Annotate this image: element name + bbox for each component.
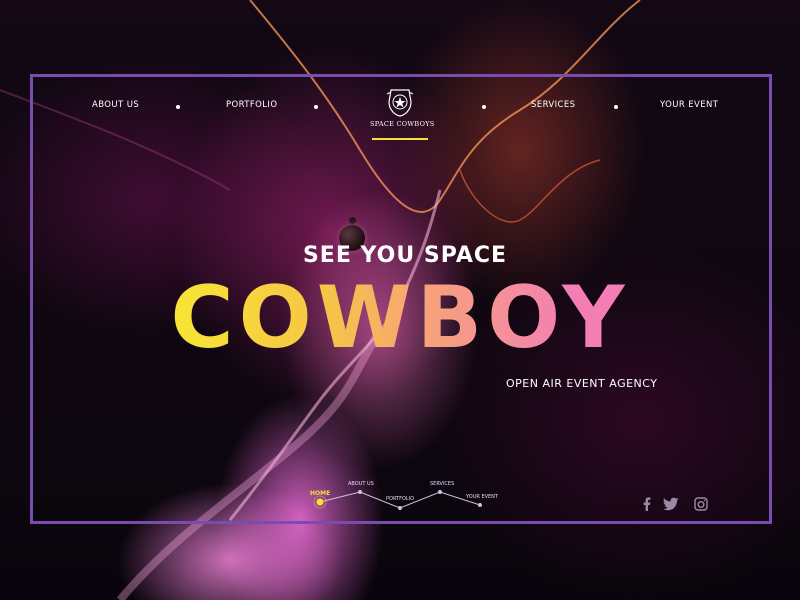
twitter-icon[interactable] xyxy=(663,497,679,511)
nav-item-your-event[interactable]: YOUR EVENT xyxy=(660,100,718,110)
logo[interactable]: SPACE COWBOYS xyxy=(370,86,435,142)
nav-separator-dot xyxy=(614,105,618,109)
timeline-node-your-event[interactable] xyxy=(478,503,482,507)
facebook-icon[interactable] xyxy=(643,497,651,511)
timeline-nav: HOME ABOUT US PORTFOLIO SERVICES YOUR EV… xyxy=(300,470,520,520)
logo-underline xyxy=(372,138,428,140)
hero-title: COWBOY xyxy=(120,268,680,368)
space-cowboys-emblem-icon xyxy=(386,89,414,117)
timeline-label-services[interactable]: SERVICES xyxy=(430,481,454,487)
nav-separator-dot xyxy=(314,105,318,109)
hero-subtitle: SEE YOU SPACE xyxy=(302,243,508,268)
timeline-node-about-us[interactable] xyxy=(358,490,362,494)
logo-text: SPACE COWBOYS xyxy=(370,120,435,128)
timeline-node-services[interactable] xyxy=(438,490,442,494)
nav-separator-dot xyxy=(176,105,180,109)
nav-item-about-us[interactable]: ABOUT US xyxy=(92,100,139,110)
planet-ring xyxy=(349,217,356,224)
timeline-label-your-event[interactable]: YOUR EVENT xyxy=(466,494,498,500)
timeline-label-home[interactable]: HOME xyxy=(310,490,330,497)
timeline-label-portfolio[interactable]: PORTFOLIO xyxy=(386,496,414,502)
timeline-node-portfolio[interactable] xyxy=(398,506,402,510)
timeline-node-home[interactable] xyxy=(316,498,324,506)
nav-item-portfolio[interactable]: PORTFOLIO xyxy=(226,100,277,110)
nav-separator-dot xyxy=(482,105,486,109)
instagram-icon[interactable] xyxy=(694,497,708,511)
hero-tagline: OPEN AIR EVENT AGENCY xyxy=(506,377,658,390)
nav-item-services[interactable]: SERVICES xyxy=(531,100,575,110)
timeline-label-about-us[interactable]: ABOUT US xyxy=(348,481,374,487)
